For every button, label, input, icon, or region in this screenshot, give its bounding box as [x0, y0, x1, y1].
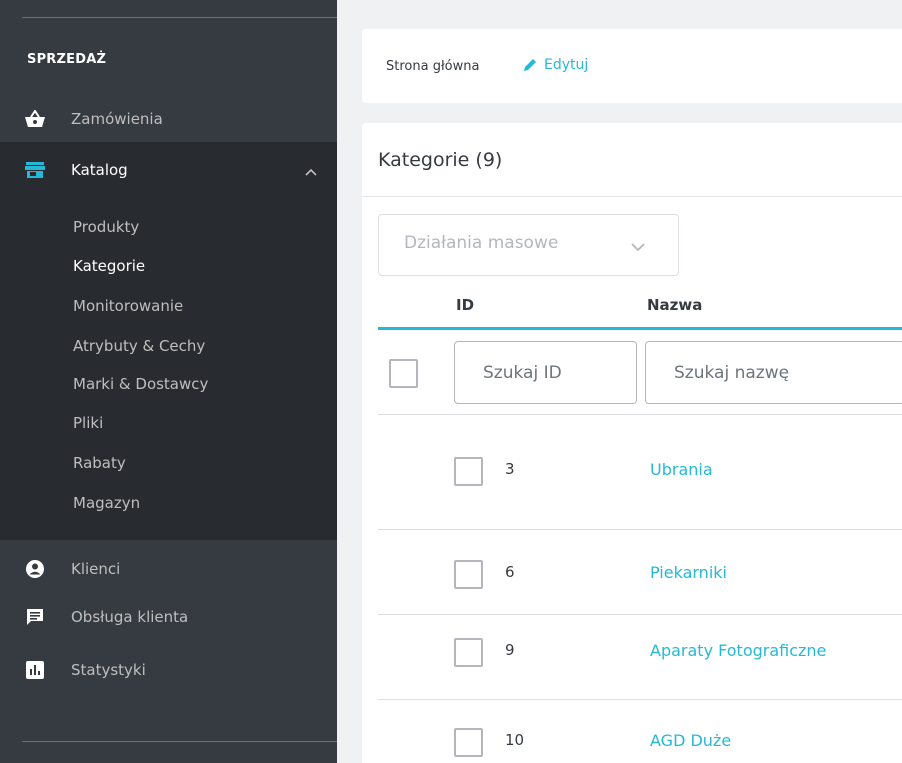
row-name-link[interactable]: Piekarniki — [650, 563, 727, 582]
panel-header: Kategorie (9) — [362, 123, 902, 197]
row-name-link[interactable]: Aparaty Fotograficzne — [650, 641, 826, 660]
submenu-item-rabaty[interactable]: Rabaty — [73, 454, 126, 472]
row-id: 6 — [505, 563, 515, 581]
sidebar-item-zamowienia[interactable]: Zamówienia — [0, 100, 337, 138]
pencil-icon — [522, 57, 538, 73]
categories-panel: Kategorie (9) Działania masowe ID Nazwa … — [362, 123, 902, 763]
column-header-id[interactable]: ID — [456, 296, 474, 314]
row-id: 3 — [505, 460, 515, 478]
sidebar-item-obsluga-klienta[interactable]: Obsługa klienta — [0, 598, 337, 636]
row-name-link[interactable]: Ubrania — [650, 460, 713, 479]
column-header-name[interactable]: Nazwa — [647, 296, 702, 314]
search-name-input[interactable] — [645, 341, 902, 404]
table-row: 10 AGD Duże — [378, 701, 902, 763]
sidebar-item-katalog[interactable]: Katalog — [0, 142, 337, 198]
panel-title: Kategorie (9) — [378, 149, 503, 171]
row-id: 10 — [505, 731, 525, 749]
filter-row — [378, 331, 902, 415]
submenu-item-marki[interactable]: Marki & Dostawcy — [73, 375, 208, 393]
sidebar-item-statystyki[interactable]: Statystyki — [0, 651, 337, 689]
breadcrumb-home[interactable]: Strona główna — [386, 59, 479, 74]
sidebar-section-title: SPRZEDAŻ — [27, 52, 107, 67]
row-checkbox[interactable] — [454, 638, 483, 667]
submenu-item-pliki[interactable]: Pliki — [73, 414, 103, 432]
sidebar-item-label: Statystyki — [71, 661, 146, 679]
edit-link[interactable]: Edytuj — [522, 57, 588, 73]
search-id-input[interactable] — [454, 341, 637, 404]
sidebar-divider-bottom — [22, 741, 337, 742]
row-checkbox[interactable] — [454, 728, 483, 757]
bulk-actions-button[interactable]: Działania masowe — [378, 214, 679, 276]
breadcrumb: Strona główna Edytuj — [362, 29, 902, 103]
store-icon — [25, 160, 45, 180]
shopping-basket-icon — [25, 109, 45, 129]
select-all-checkbox[interactable] — [389, 359, 418, 388]
row-id: 9 — [505, 641, 515, 659]
sidebar-item-label: Zamówienia — [71, 110, 163, 128]
sidebar-item-klienci[interactable]: Klienci — [0, 550, 337, 588]
row-checkbox[interactable] — [454, 457, 483, 486]
submenu-item-produkty[interactable]: Produkty — [73, 218, 139, 236]
sidebar-item-label: Klienci — [71, 560, 121, 578]
sidebar: SPRZEDAŻ Zamówienia Katalog Produkty Kat… — [0, 0, 337, 763]
chat-icon — [25, 607, 45, 627]
submenu-item-atrybuty[interactable]: Atrybuty & Cechy — [73, 337, 205, 355]
sidebar-divider-top — [22, 17, 337, 18]
sidebar-item-label: Obsługa klienta — [71, 608, 189, 626]
chevron-down-icon — [631, 237, 645, 257]
table-row: 9 Aparaty Fotograficzne — [378, 616, 902, 700]
sidebar-item-label: Katalog — [71, 161, 128, 179]
row-checkbox[interactable] — [454, 560, 483, 589]
edit-label: Edytuj — [544, 57, 589, 73]
account-circle-icon — [25, 559, 45, 579]
submenu-item-monitorowanie[interactable]: Monitorowanie — [73, 297, 183, 315]
chevron-up-icon[interactable] — [305, 162, 317, 180]
table-row: 6 Piekarniki — [378, 531, 902, 615]
table-row: 3 Ubrania — [378, 416, 902, 530]
catalog-submenu: Produkty Kategorie Monitorowanie Atrybut… — [0, 198, 337, 540]
table-header: ID Nazwa — [378, 286, 902, 330]
submenu-item-kategorie[interactable]: Kategorie — [73, 257, 145, 275]
submenu-item-magazyn[interactable]: Magazyn — [73, 494, 140, 512]
row-name-link[interactable]: AGD Duże — [650, 731, 731, 750]
bar-chart-icon — [25, 660, 45, 680]
bulk-actions-label: Działania masowe — [404, 233, 559, 253]
